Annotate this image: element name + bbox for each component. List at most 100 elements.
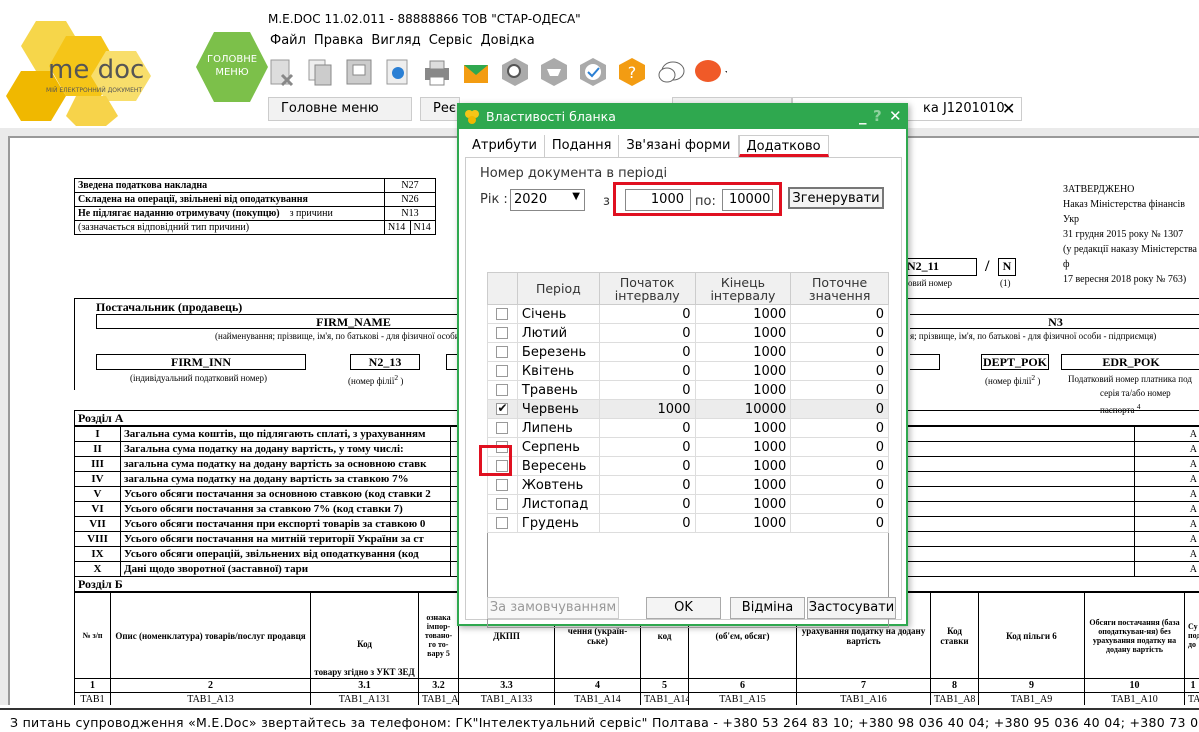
row-checkbox[interactable] xyxy=(496,346,509,358)
firm-name-field[interactable]: FIRM_NAME xyxy=(96,314,460,329)
menu-edit[interactable]: Правка xyxy=(314,33,363,48)
n-field[interactable]: N xyxy=(998,258,1016,276)
chat-button[interactable] xyxy=(654,55,688,89)
checkbox-cell[interactable] xyxy=(487,380,518,400)
current-value[interactable]: 0 xyxy=(790,456,889,476)
tab-attributes[interactable]: Атрибути xyxy=(465,135,545,157)
checkbox-cell[interactable] xyxy=(487,475,518,495)
current-value[interactable]: 0 xyxy=(790,323,889,343)
dialog-close-button[interactable]: ✕ xyxy=(889,107,902,125)
checkbox-cell[interactable] xyxy=(487,399,518,419)
period-row[interactable]: Вересень 0 1000 0 xyxy=(487,456,889,476)
period-row[interactable]: Червень1000100000 xyxy=(487,399,889,419)
table-cell[interactable]: TAB1 xyxy=(74,692,111,705)
row-checkbox[interactable] xyxy=(496,422,509,434)
interval-start[interactable]: 0 xyxy=(598,361,696,381)
help-title-button[interactable]: ? xyxy=(873,107,882,125)
interval-end[interactable]: 1000 xyxy=(694,437,792,457)
row-checkbox[interactable] xyxy=(496,365,509,377)
period-row[interactable]: Липень 0 1000 0 xyxy=(487,418,889,438)
tab-submission[interactable]: Подання xyxy=(545,135,620,157)
tab-main-menu[interactable]: Головне меню xyxy=(268,97,412,121)
interval-start[interactable]: 0 xyxy=(598,380,696,400)
interval-end[interactable]: 1000 xyxy=(694,323,792,343)
edr-pok-field[interactable]: EDR_POK xyxy=(1061,354,1199,370)
archive-button[interactable] xyxy=(342,55,376,89)
apply-button[interactable]: Застосувати xyxy=(807,597,896,619)
period-row[interactable]: Листопад 0 1000 0 xyxy=(487,494,889,514)
check-button[interactable] xyxy=(576,55,610,89)
settings-button[interactable] xyxy=(381,55,415,89)
interval-end[interactable]: 10000 xyxy=(694,399,792,419)
generate-button[interactable]: Згенерувати xyxy=(788,187,884,209)
period-row[interactable]: Лютий 0 1000 0 xyxy=(487,323,889,343)
current-value[interactable]: 0 xyxy=(790,494,889,514)
dept-pok-field[interactable]: DEPT_POK xyxy=(981,354,1049,370)
current-value[interactable]: 0 xyxy=(790,513,889,533)
checkbox-cell[interactable] xyxy=(487,513,518,533)
table-cell[interactable]: TAB1_A131 xyxy=(310,692,419,705)
minimize-button[interactable]: _ xyxy=(859,107,867,125)
interval-end[interactable]: 1000 xyxy=(694,494,792,514)
interval-start[interactable]: 0 xyxy=(598,513,696,533)
interval-start[interactable]: 0 xyxy=(598,304,696,324)
interval-end[interactable]: 1000 xyxy=(694,513,792,533)
interval-start[interactable]: 0 xyxy=(598,456,696,476)
row-checkbox[interactable] xyxy=(496,401,509,415)
menu-service[interactable]: Сервіс xyxy=(429,33,473,48)
period-row[interactable]: Грудень 0 1000 0 xyxy=(487,513,889,533)
interval-start[interactable]: 0 xyxy=(598,418,696,438)
search-button[interactable] xyxy=(498,55,532,89)
help-button[interactable]: ? xyxy=(615,55,649,89)
current-value[interactable]: 0 xyxy=(790,418,889,438)
n3-field[interactable]: N3 xyxy=(910,314,1199,329)
interval-end[interactable]: 1000 xyxy=(694,475,792,495)
period-row[interactable]: Січень 0 1000 0 xyxy=(487,304,889,324)
table-cell[interactable]: TAB1_A14 xyxy=(554,692,641,705)
firm-inn-field[interactable]: FIRM_INN xyxy=(96,354,306,370)
current-value[interactable]: 0 xyxy=(790,380,889,400)
table-cell[interactable]: TAB1 xyxy=(1184,692,1199,705)
row-checkbox[interactable] xyxy=(496,308,509,320)
row-checkbox[interactable] xyxy=(496,479,509,491)
tab-registry[interactable]: Реє xyxy=(420,97,460,121)
interval-end[interactable]: 1000 xyxy=(694,456,792,476)
row-checkbox[interactable] xyxy=(496,384,509,396)
interval-start[interactable]: 0 xyxy=(598,437,696,457)
inbox-button[interactable] xyxy=(537,55,571,89)
checkbox-cell[interactable] xyxy=(487,494,518,514)
interval-end[interactable]: 1000 xyxy=(694,342,792,362)
table-cell[interactable]: TAB1_A16 xyxy=(796,692,931,705)
table-cell[interactable]: TAB1_A8 xyxy=(930,692,979,705)
current-value[interactable]: 0 xyxy=(790,361,889,381)
interval-start[interactable]: 0 xyxy=(598,323,696,343)
menu-help[interactable]: Довідка xyxy=(480,33,534,48)
period-row[interactable]: Жовтень 0 1000 0 xyxy=(487,475,889,495)
checkbox-cell[interactable] xyxy=(487,342,518,362)
row-checkbox[interactable] xyxy=(496,498,509,510)
print-button[interactable] xyxy=(420,55,454,89)
table-cell[interactable]: TAB1_A133 xyxy=(458,692,555,705)
checkbox-cell[interactable] xyxy=(487,304,518,324)
delete-doc-button[interactable] xyxy=(264,55,298,89)
period-row[interactable]: Березень 0 1000 0 xyxy=(487,342,889,362)
checkbox-cell[interactable] xyxy=(487,418,518,438)
table-cell[interactable]: TAB1_A xyxy=(418,692,459,705)
interval-end[interactable]: 1000 xyxy=(694,380,792,400)
table-cell[interactable]: TAB1_A15 xyxy=(688,692,797,705)
table-cell[interactable]: TAB1_A9 xyxy=(978,692,1085,705)
interval-end[interactable]: 1000 xyxy=(694,418,792,438)
tab-close-icon[interactable]: ✕ xyxy=(1002,99,1015,118)
n2-13-field[interactable]: N2_13 xyxy=(350,354,420,370)
send-button[interactable] xyxy=(459,55,493,89)
dialog-titlebar[interactable]: Властивості бланка _ ? ✕ xyxy=(459,105,906,129)
current-value[interactable]: 0 xyxy=(790,342,889,362)
current-value[interactable]: 0 xyxy=(790,304,889,324)
table-cell[interactable]: TAB1_A13 xyxy=(110,692,311,705)
cancel-button[interactable]: Відміна xyxy=(730,597,805,619)
interval-start[interactable]: 0 xyxy=(598,494,696,514)
tab-linked-forms[interactable]: Зв'язані форми xyxy=(619,135,739,157)
interval-end[interactable]: 1000 xyxy=(694,361,792,381)
default-button[interactable]: За замовчуванням xyxy=(487,597,619,619)
checkbox-cell[interactable] xyxy=(487,361,518,381)
